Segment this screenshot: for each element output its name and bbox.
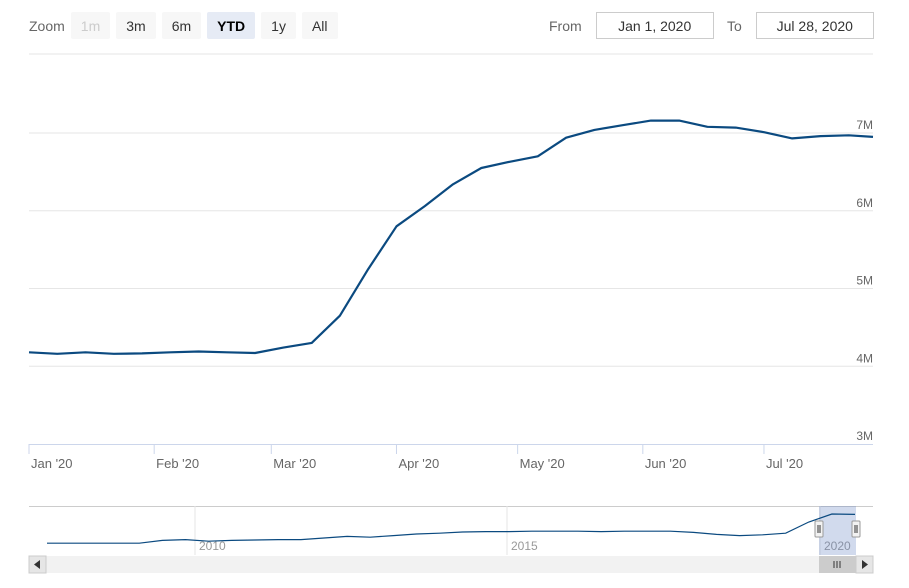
x-tick-label: Feb '20 [156,456,199,471]
navigator-left-handle[interactable] [814,520,824,538]
y-tick-label: 3M [856,429,873,443]
y-tick-label: 5M [856,274,873,288]
navigator[interactable]: 201020152020 [28,506,874,574]
scrollbar-track[interactable] [29,556,873,573]
navigator-series-line [47,513,856,544]
y-tick-label: 6M [856,196,873,210]
chart-canvas: 3M 4M 5M 6M 7M Jan '20 Feb '20 Mar '20 Apr '20 M… [28,53,874,574]
navigator-year-label: 2015 [511,539,538,553]
x-tick-label: Jan '20 [31,456,73,471]
x-tick-label: May '20 [520,456,565,471]
y-tick-label: 4M [856,351,873,365]
navigator-right-handle[interactable] [851,520,861,538]
x-tick-label: Apr '20 [398,456,439,471]
x-tick-label: Jul '20 [766,456,803,471]
x-tick-label: Jun '20 [645,456,687,471]
y-axis-labels: 3M 4M 5M 6M 7M [856,118,873,443]
navigator-selected-range[interactable] [819,506,856,555]
x-axis: Jan '20 Feb '20 Mar '20 Apr '20 May '20 Jun '… [28,444,873,471]
series-group [28,119,874,355]
grid-lines [29,132,873,367]
x-tick-label: Mar '20 [273,456,316,471]
series-line [28,119,874,355]
y-tick-label: 7M [856,118,873,132]
